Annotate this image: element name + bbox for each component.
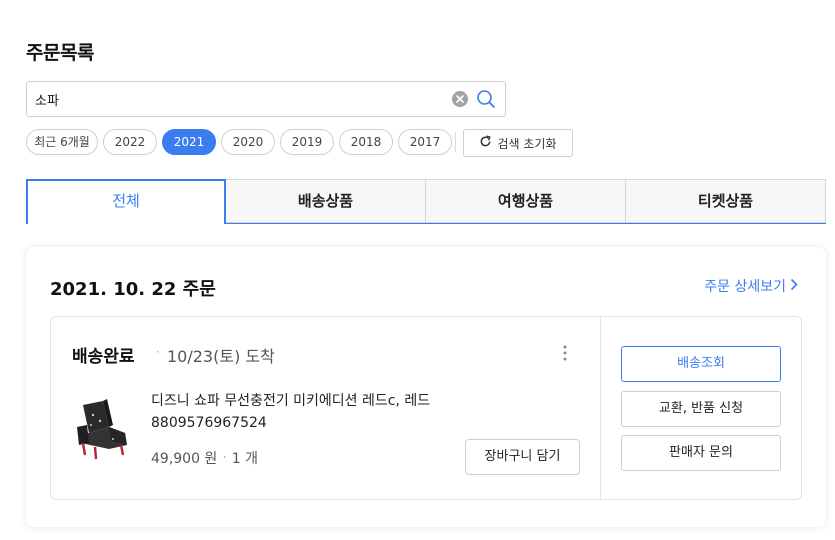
chevron-right-icon [790,278,798,295]
reset-search-label: 검색 초기화 [497,136,557,151]
order-type-tabs: 전체 배송상품 여행상품 티켓상품 [26,179,826,224]
tab-ticket-products[interactable]: 티켓상품 [625,179,826,223]
order-card: 2021. 10. 22 주문 주문 상세보기 배송완료 · 10/23(토) … [26,247,826,527]
year-chip-2020[interactable]: 2020 [221,129,275,155]
exchange-return-button[interactable]: 교환, 반품 신청 [621,391,781,427]
more-vertical-icon[interactable] [559,344,571,362]
order-detail-link[interactable]: 주문 상세보기 [704,276,798,296]
clear-icon[interactable] [452,91,468,107]
year-chip-2021[interactable]: 2021 [162,129,216,155]
year-chip-2017[interactable]: 2017 [398,129,452,155]
product-price: 49,900 원 · 1 개 [151,448,258,468]
tab-travel-products[interactable]: 여행상품 [425,179,626,223]
order-detail-label: 주문 상세보기 [704,279,786,295]
year-chip-2022[interactable]: 2022 [103,129,157,155]
quantity-value: 1 개 [231,451,259,467]
delivery-status: 배송완료 [72,347,135,367]
arrival-date: 10/23(토) 도착 [167,347,275,366]
product-thumbnail[interactable] [73,397,139,463]
year-chip-recent-6-months[interactable]: 최근 6개월 [26,129,98,155]
track-delivery-button[interactable]: 배송조회 [621,346,781,382]
year-filter-row: 최근 6개월 2022 2021 2020 2019 2018 2017 검색 … [26,129,586,157]
search-icon[interactable] [476,89,496,109]
search-box[interactable] [26,81,506,117]
year-chip-2019[interactable]: 2019 [280,129,334,155]
order-item: 배송완료 · 10/23(토) 도착 디즈니 쇼파 무선충전기 미키에디션 레드… [50,316,802,500]
product-name[interactable]: 디즈니 쇼파 무선충전기 미키에디션 레드c, 레드 [151,390,430,410]
refresh-icon [479,135,492,151]
year-chip-2018[interactable]: 2018 [339,129,393,155]
price-separator: · [222,450,227,466]
add-to-cart-button[interactable]: 장바구니 담기 [465,439,580,475]
page-title: 주문목록 [26,42,94,64]
reset-search-button[interactable]: 검색 초기화 [463,129,573,157]
search-input[interactable] [35,82,445,116]
price-value: 49,900 원 [151,451,218,467]
tab-all[interactable]: 전체 [26,179,226,224]
tab-delivery-products[interactable]: 배송상품 [225,179,426,223]
status-separator: · [156,345,160,359]
divider [455,132,456,152]
divider [600,317,601,499]
product-code: 8809576967524 [151,415,267,431]
order-date: 2021. 10. 22 주문 [50,279,216,300]
seller-inquiry-button[interactable]: 판매자 문의 [621,435,781,471]
